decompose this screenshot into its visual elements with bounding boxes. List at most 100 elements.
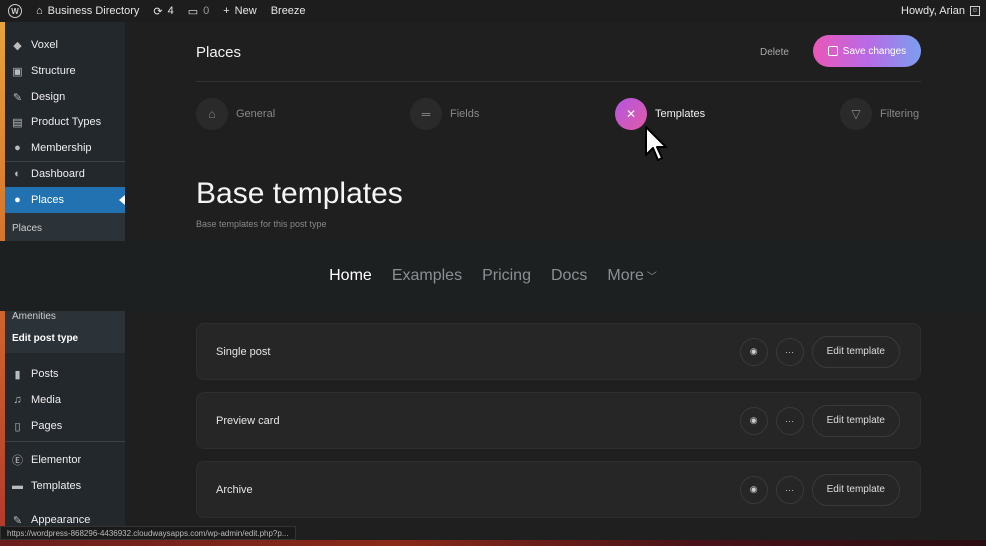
- sidebar-item-media[interactable]: ♫ Media: [5, 387, 125, 413]
- template-label: Single post: [216, 345, 271, 358]
- lines-icon: ═: [410, 98, 442, 130]
- desktop-background-strip: [0, 540, 986, 546]
- nav-home[interactable]: Home: [329, 267, 372, 285]
- sidebar-item-label: Media: [31, 394, 61, 406]
- sidebar-item-label: Dashboard: [31, 168, 85, 180]
- person-icon: ●: [14, 142, 21, 154]
- header-divider: [196, 81, 921, 82]
- nav-docs[interactable]: Docs: [551, 267, 587, 285]
- comments-link[interactable]: ▭ 0: [188, 5, 210, 18]
- eye-icon[interactable]: ◉: [739, 337, 768, 366]
- status-bar-url: https://wordpress-868296-4436932.cloudwa…: [0, 526, 296, 540]
- edit-template-button[interactable]: Edit template: [811, 404, 900, 437]
- sidebar-item-label: Voxel: [31, 39, 58, 51]
- tab-label: Templates: [655, 108, 706, 120]
- eye-icon[interactable]: ◉: [739, 406, 768, 435]
- wordpress-icon: W: [8, 4, 22, 18]
- account-menu[interactable]: Howdy, Arian ☺: [901, 5, 980, 17]
- delete-button[interactable]: Delete: [760, 47, 789, 58]
- sidebar-separator: [5, 441, 125, 442]
- tab-label: Fields: [450, 108, 480, 120]
- more-options-icon[interactable]: ···: [775, 475, 804, 504]
- sidebar-item-label: Pages: [31, 420, 63, 432]
- new-label: New: [234, 5, 257, 17]
- tab-fields[interactable]: ═ Fields: [410, 98, 479, 130]
- sidebar-item-label: Posts: [31, 368, 59, 380]
- template-label: Archive: [216, 483, 253, 496]
- sidebar-item-voxel[interactable]: ◆ Voxel: [5, 32, 125, 58]
- pages-icon: ▯: [14, 420, 21, 433]
- section-subtitle: Base templates for this post type: [196, 219, 327, 229]
- template-label: Preview card: [216, 414, 280, 427]
- section-title: Base templates: [196, 177, 403, 210]
- greeting: Howdy, Arian: [901, 5, 965, 17]
- more-options-icon[interactable]: ···: [775, 406, 804, 435]
- page-title: Places: [196, 44, 242, 61]
- template-row-preview-card: Preview card ◉ ··· Edit template: [196, 392, 921, 449]
- avatar: ☺: [970, 6, 980, 16]
- comment-icon: ▭: [187, 5, 199, 18]
- dashboard-icon: ◐: [14, 168, 21, 180]
- comments-count: 0: [203, 5, 210, 17]
- template-row-single-post: Single post ◉ ··· Edit template: [196, 323, 921, 380]
- sidebar-item-pages[interactable]: ▯ Pages: [5, 413, 125, 439]
- submenu-item-edit-post-type[interactable]: Edit post type: [5, 327, 125, 349]
- sidebar-item-structure[interactable]: ▣ Structure: [5, 58, 125, 84]
- sidebar-item-places[interactable]: ● Places: [5, 187, 125, 213]
- sidebar-item-elementor[interactable]: Ⓔ Elementor: [5, 447, 125, 473]
- sidebar-item-product-types[interactable]: ▤ Product Types: [5, 109, 125, 135]
- tab-filtering[interactable]: ▽ Filtering: [840, 98, 919, 130]
- updates-link[interactable]: ⟳ 4: [153, 5, 173, 18]
- more-options-icon[interactable]: ···: [775, 337, 804, 366]
- eye-icon[interactable]: ◉: [739, 475, 768, 504]
- sidebar-item-label: Design: [31, 91, 66, 103]
- wp-logo-menu[interactable]: W: [8, 4, 22, 18]
- folder-icon: ▬: [12, 480, 23, 492]
- brush-icon: ✎: [12, 514, 23, 527]
- sidebar-item-templates[interactable]: ▬ Templates: [5, 473, 125, 499]
- sidebar-item-posts[interactable]: ▮ Posts: [5, 361, 125, 387]
- updates-count: 4: [167, 5, 174, 17]
- bag-icon: ▤: [12, 116, 23, 129]
- filter-icon: ▽: [840, 98, 872, 130]
- cube-icon: ▣: [12, 65, 23, 78]
- places-submenu-top: Places: [5, 213, 125, 241]
- sidebar-item-label: Product Types: [31, 116, 102, 128]
- tab-general[interactable]: ⌂ General: [196, 98, 275, 130]
- sidebar-item-label: Elementor: [31, 454, 82, 466]
- tools-icon: ✕: [615, 98, 647, 130]
- pin-icon: ●: [14, 194, 21, 206]
- nav-examples[interactable]: Examples: [392, 267, 462, 285]
- tab-label: General: [236, 108, 276, 120]
- home-icon: ⌂: [36, 5, 43, 17]
- voxel-icon: ◆: [13, 39, 22, 52]
- sidebar-item-membership[interactable]: ● Membership: [5, 135, 125, 161]
- sidebar-item-label: Membership: [31, 142, 92, 154]
- edit-template-button[interactable]: Edit template: [811, 335, 900, 368]
- site-name: Business Directory: [47, 5, 140, 17]
- pushpin-icon: ▮: [14, 368, 21, 381]
- sidebar-item-dashboard[interactable]: ◐ Dashboard: [5, 161, 125, 187]
- site-name-link[interactable]: ⌂ Business Directory: [36, 5, 139, 17]
- submenu-item-places[interactable]: Places: [5, 217, 125, 239]
- nav-pricing[interactable]: Pricing: [482, 267, 531, 285]
- nav-more[interactable]: More ﹀: [607, 267, 656, 285]
- sidebar-item-label: Templates: [31, 480, 82, 492]
- breeze-link[interactable]: Breeze: [271, 5, 306, 17]
- elementor-icon: Ⓔ: [12, 455, 23, 467]
- template-row-archive: Archive ◉ ··· Edit template: [196, 461, 921, 518]
- breeze-label: Breeze: [270, 5, 306, 17]
- new-content-link[interactable]: + New: [223, 5, 256, 17]
- save-changes-button[interactable]: Save changes: [813, 35, 921, 67]
- media-icon: ♫: [13, 394, 22, 406]
- sidebar-item-design[interactable]: ✎ Design: [5, 84, 125, 110]
- plus-icon: +: [223, 5, 230, 17]
- save-label: Save changes: [842, 45, 907, 57]
- save-icon: [827, 46, 838, 56]
- edit-template-button[interactable]: Edit template: [811, 473, 900, 506]
- overlay-site-nav: Home Examples Pricing Docs More ﹀: [0, 241, 986, 311]
- sidebar-item-label: Appearance: [31, 514, 91, 526]
- home-icon: ⌂: [196, 98, 228, 130]
- tab-label: Filtering: [880, 108, 920, 120]
- mouse-pointer-icon: [645, 126, 667, 161]
